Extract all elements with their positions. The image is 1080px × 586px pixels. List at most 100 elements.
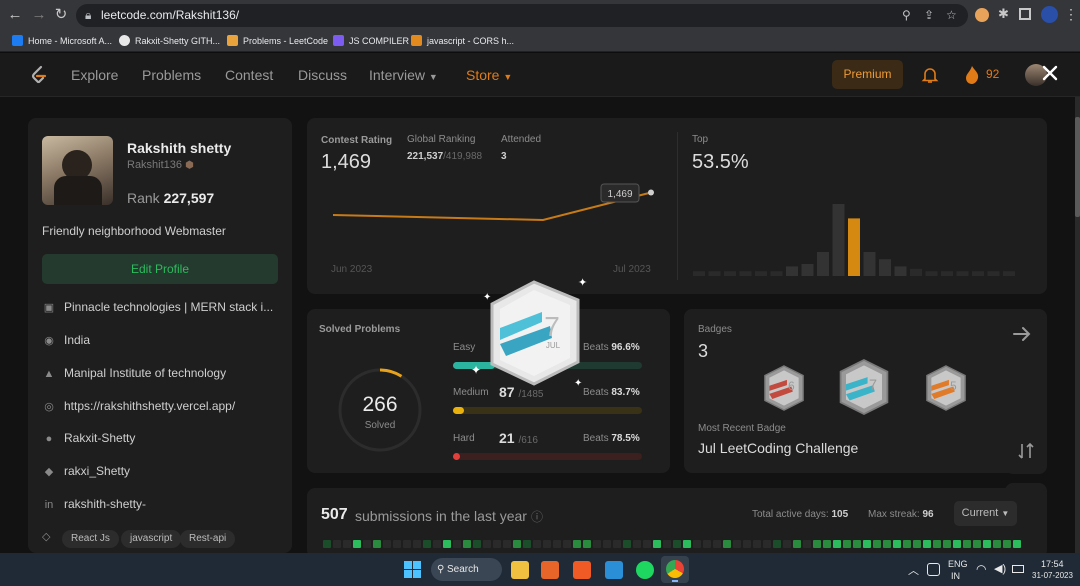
badge-item[interactable]: 7 xyxy=(837,357,891,417)
heatmap-cell[interactable] xyxy=(563,540,571,548)
bell-icon[interactable] xyxy=(921,66,939,84)
heatmap-cell[interactable] xyxy=(923,540,931,548)
nav-store[interactable]: Store ▼ xyxy=(466,67,512,83)
heatmap-cell[interactable] xyxy=(823,540,831,548)
heatmap-cell[interactable] xyxy=(643,540,651,548)
badge-item[interactable]: 6 xyxy=(762,363,806,413)
heatmap-cell[interactable] xyxy=(723,540,731,548)
heatmap-cell[interactable] xyxy=(833,540,841,548)
chevron-up-icon[interactable]: ︿ xyxy=(908,562,919,578)
histogram-bar[interactable] xyxy=(724,271,736,276)
heatmap-cell[interactable] xyxy=(373,540,381,548)
heatmap-cell[interactable] xyxy=(943,540,951,548)
histogram-bar[interactable] xyxy=(925,271,938,276)
histogram-bar[interactable] xyxy=(863,252,876,276)
histogram-bar[interactable] xyxy=(972,271,984,276)
bookmark-item[interactable]: Rakxit-Shetty GITH... xyxy=(119,34,220,49)
nav-explore[interactable]: Explore xyxy=(71,67,118,83)
heatmap-cell[interactable] xyxy=(683,540,691,548)
heatmap-cell[interactable] xyxy=(883,540,891,548)
heatmap-cell[interactable] xyxy=(633,540,641,548)
heatmap-cell[interactable] xyxy=(573,540,581,548)
chrome-active-tab[interactable] xyxy=(661,556,689,583)
heatmap-cell[interactable] xyxy=(403,540,411,548)
heatmap-cell[interactable] xyxy=(763,540,771,548)
heatmap-cell[interactable] xyxy=(473,540,481,548)
heatmap-cell[interactable] xyxy=(343,540,351,548)
scrollbar-thumb[interactable] xyxy=(1075,117,1080,217)
heatmap-cell[interactable] xyxy=(803,540,811,548)
histogram-bar[interactable] xyxy=(786,266,798,276)
heatmap-cell[interactable] xyxy=(463,540,471,548)
heatmap-cell[interactable] xyxy=(713,540,721,548)
heatmap-cell[interactable] xyxy=(863,540,871,548)
current-year-button[interactable]: Current ▼ xyxy=(954,501,1017,526)
nav-problems[interactable]: Problems xyxy=(142,67,201,83)
leetcode-logo-icon[interactable] xyxy=(30,65,48,85)
heatmap-cell[interactable] xyxy=(893,540,901,548)
heatmap-cell[interactable] xyxy=(783,540,791,548)
zoom-icon[interactable]: ⚲ xyxy=(902,8,911,22)
heatmap-cell[interactable] xyxy=(603,540,611,548)
heatmap-cell[interactable] xyxy=(393,540,401,548)
skill-tag[interactable]: React Js xyxy=(62,530,119,548)
sidepanel-icon[interactable] xyxy=(1019,8,1031,20)
badge-item[interactable]: 5 xyxy=(924,363,968,413)
close-icon[interactable] xyxy=(1042,65,1058,81)
heatmap-cell[interactable] xyxy=(333,540,341,548)
windows-start-icon[interactable] xyxy=(404,561,421,578)
heatmap-cell[interactable] xyxy=(663,540,671,548)
heatmap-cell[interactable] xyxy=(773,540,781,548)
heatmap-cell[interactable] xyxy=(873,540,881,548)
ubuntu-icon[interactable] xyxy=(541,561,559,579)
nav-discuss[interactable]: Discuss xyxy=(298,67,347,83)
vscode-icon[interactable] xyxy=(605,561,623,579)
histogram-bar[interactable] xyxy=(770,271,783,276)
file-explorer-icon[interactable] xyxy=(511,561,529,579)
bookmark-item[interactable]: Home - Microsoft A... xyxy=(12,34,112,49)
heatmap-cell[interactable] xyxy=(703,540,711,548)
heatmap-cell[interactable] xyxy=(503,540,511,548)
heatmap-cell[interactable] xyxy=(453,540,461,548)
heatmap-cell[interactable] xyxy=(843,540,851,548)
heatmap-cell[interactable] xyxy=(323,540,331,548)
battery-icon[interactable] xyxy=(1012,565,1024,573)
clock-time[interactable]: 17:54 xyxy=(1041,559,1064,569)
switch-button[interactable] xyxy=(1005,428,1047,474)
spotify-icon[interactable] xyxy=(636,561,654,579)
menu-dots-icon[interactable]: ⋮ xyxy=(1064,6,1078,23)
heatmap-cell[interactable] xyxy=(963,540,971,548)
arrow-right-icon[interactable] xyxy=(1012,325,1032,343)
heatmap-cell[interactable] xyxy=(543,540,551,548)
wifi-icon[interactable]: ◠ xyxy=(976,562,986,576)
nav-interview[interactable]: Interview ▼ xyxy=(369,67,438,83)
volume-icon[interactable]: ◀) xyxy=(994,562,1006,575)
heatmap-cell[interactable] xyxy=(653,540,661,548)
tray-app-icon[interactable] xyxy=(927,563,940,576)
nav-contest[interactable]: Contest xyxy=(225,67,273,83)
histogram-bar[interactable] xyxy=(894,266,907,276)
heatmap-cell[interactable] xyxy=(753,540,761,548)
star-icon[interactable]: ☆ xyxy=(946,8,957,22)
histogram-bar[interactable] xyxy=(910,268,922,276)
bookmark-item[interactable]: JS COMPILER xyxy=(333,34,409,49)
brave-icon[interactable] xyxy=(573,561,591,579)
skill-tag[interactable]: Rest-api xyxy=(180,530,236,548)
rating-last-point[interactable] xyxy=(648,189,654,196)
heatmap-cell[interactable] xyxy=(433,540,441,548)
share-icon[interactable]: ⇪ xyxy=(924,8,934,22)
address-bar[interactable]: 🔒︎ leetcode.com/Rakshit136/ ⚲ ⇪ ☆ xyxy=(76,4,968,27)
histogram-bar[interactable] xyxy=(817,252,829,276)
back-arrow-icon[interactable]: ← xyxy=(6,6,24,24)
histogram-bar[interactable] xyxy=(801,264,814,276)
info-icon[interactable]: ⓘ xyxy=(531,508,543,525)
heatmap-cell[interactable] xyxy=(743,540,751,548)
extension-icon[interactable] xyxy=(975,8,989,22)
bookmark-item[interactable]: Problems - LeetCode xyxy=(227,34,328,49)
premium-button[interactable]: Premium xyxy=(832,60,903,89)
heatmap-cell[interactable] xyxy=(733,540,741,548)
heatmap-cell[interactable] xyxy=(483,540,491,548)
heatmap-cell[interactable] xyxy=(553,540,561,548)
heatmap-cell[interactable] xyxy=(903,540,911,548)
heatmap-cell[interactable] xyxy=(423,540,431,548)
